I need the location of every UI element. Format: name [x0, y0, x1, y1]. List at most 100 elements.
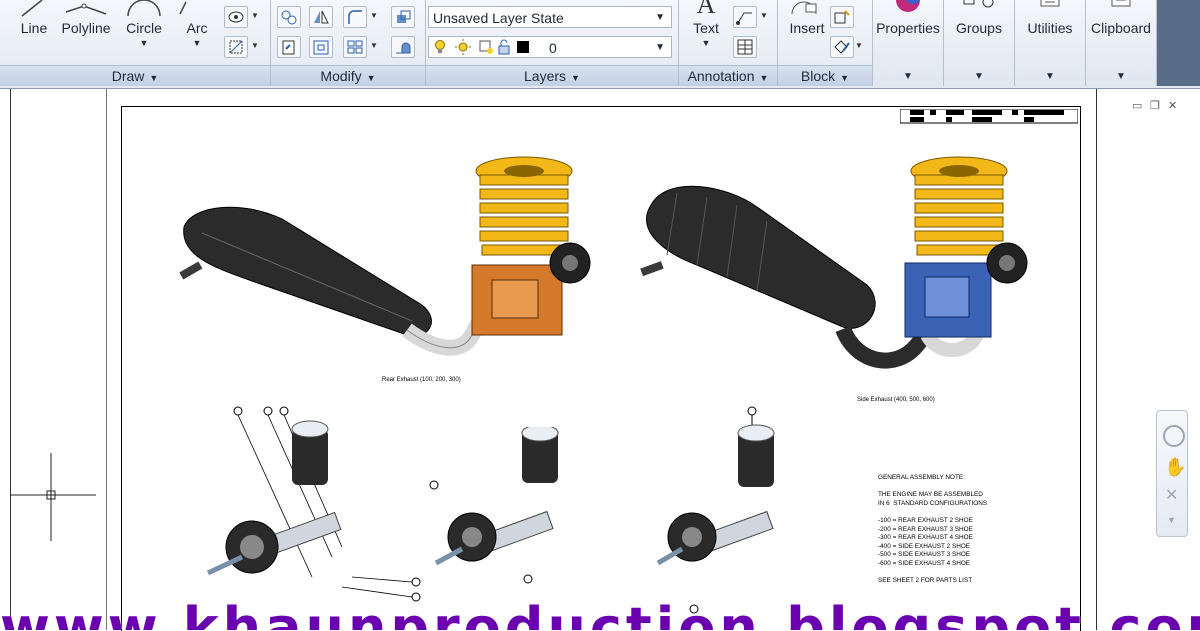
watermark-text: www.khaunproduction.blogspot.com [0, 598, 1200, 630]
exploded-assembly-2 [434, 427, 559, 584]
text-button[interactable]: A Text ▼ [683, 0, 729, 64]
create-block-icon [834, 10, 850, 24]
clipboard-icon [1111, 0, 1131, 7]
minimize-icon[interactable]: ▭ [1132, 99, 1142, 112]
draw-panel-title[interactable]: Draw ▼ [0, 65, 270, 86]
lock-icon [498, 39, 510, 55]
fillet-button[interactable] [343, 6, 367, 28]
line-button[interactable]: Line [8, 0, 60, 64]
lightbulb-icon [435, 40, 445, 53]
utilities-panel-button[interactable]: Utilities ▼ [1015, 0, 1086, 86]
groups-panel-button[interactable]: Groups ▼ [944, 0, 1015, 86]
array-rect-button[interactable] [343, 36, 367, 58]
create-block-button[interactable] [830, 6, 854, 28]
move-button[interactable] [277, 6, 301, 28]
region-dropdown[interactable]: ▼ [250, 6, 260, 26]
leader-button[interactable] [733, 6, 757, 28]
current-layer-dropdown[interactable]: 0 ▼ [428, 36, 672, 58]
text-dropdown-arrow[interactable]: ▼ [683, 38, 729, 48]
utilities-label: Utilities [1027, 20, 1073, 36]
properties-icon [896, 0, 920, 12]
ribbon-scroll-area [1157, 0, 1200, 86]
ellipse-icon [228, 11, 244, 23]
layers-panel-label: Layers [524, 68, 567, 84]
drawing-workspace[interactable]: Rear Exhaust (100, 200, 300) Side Exhaus… [0, 89, 1200, 631]
array-icon [397, 10, 411, 23]
steering-wheel-icon[interactable] [1163, 425, 1185, 447]
fillet-dropdown[interactable]: ▼ [369, 6, 379, 26]
polyline-button[interactable]: Polyline [58, 0, 114, 64]
insert-label: Insert [789, 20, 825, 36]
polyline-label: Polyline [61, 20, 111, 36]
text-icon: A [696, 0, 716, 19]
hatch-icon [229, 40, 243, 54]
clipboard-label: Clipboard [1091, 20, 1151, 36]
polyline-icon [65, 3, 107, 15]
layer-state-dropdown[interactable]: Unsaved Layer State ▼ [428, 6, 672, 28]
rear-exhaust-engine-illustration [179, 156, 591, 356]
ribbon: Line Polyline Circle ▼ Arc ▼ ▼ ▼ Draw▼ [0, 0, 1200, 89]
properties-panel-button[interactable]: Properties ▼ [873, 0, 944, 86]
arc-icon [179, 1, 187, 15]
arc-label: Arc [186, 20, 208, 36]
array-button[interactable] [391, 6, 415, 28]
line-label: Line [20, 20, 48, 36]
groups-label: Groups [956, 20, 1002, 36]
leader-dropdown[interactable]: ▼ [759, 6, 769, 26]
pan-icon[interactable]: ✋ [1164, 457, 1186, 478]
layer-status-icons [435, 39, 529, 55]
block-panel-title[interactable]: Block ▼ [778, 65, 872, 86]
table-icon [737, 39, 753, 55]
block-panel: Insert ▼ Block ▼ [778, 0, 873, 86]
edit-block-dropdown[interactable]: ▼ [854, 36, 864, 56]
annotation-panel-title[interactable]: Annotation ▼ [679, 65, 777, 86]
close-icon[interactable]: ✕ [1168, 99, 1177, 112]
side-exhaust-engine-illustration [640, 156, 1028, 369]
block-panel-label: Block [800, 68, 836, 84]
right-margin [1096, 89, 1200, 630]
arc-button[interactable]: Arc ▼ [174, 0, 220, 64]
scale-button[interactable] [309, 36, 333, 58]
zoom-icon[interactable]: ✕ [1165, 485, 1178, 505]
annotation-panel: A Text ▼ ▼ Annotation ▼ [679, 0, 778, 86]
array-dropdown[interactable]: ▼ [369, 36, 379, 56]
properties-label: Properties [876, 20, 940, 36]
hatch-button[interactable] [224, 36, 248, 58]
crosshair-cursor [10, 453, 96, 541]
copy-button[interactable] [277, 36, 301, 58]
scale-icon [313, 40, 329, 55]
hatch-dropdown[interactable]: ▼ [250, 36, 260, 56]
edit-block-button[interactable] [830, 36, 854, 58]
stretch-button[interactable] [391, 36, 415, 58]
table-button[interactable] [733, 36, 757, 58]
draw-panel: Line Polyline Circle ▼ Arc ▼ ▼ ▼ Draw ▼ [0, 0, 271, 86]
text-label: Text [693, 20, 719, 36]
layers-panel-title[interactable]: Layers ▼ [426, 65, 678, 86]
layers-panel: Unsaved Layer State ▼ 0 ▼ Layers ▼ [426, 0, 679, 86]
side-exhaust-caption: Side Exhaust (400, 500, 600) [857, 397, 935, 403]
viewport-icon [479, 40, 493, 54]
modify-panel-label: Modify [320, 68, 362, 84]
nav-expand-icon[interactable]: ▼ [1167, 515, 1176, 525]
insert-button[interactable]: Insert [782, 0, 832, 64]
circle-dropdown-arrow[interactable]: ▼ [120, 38, 168, 48]
circle-icon [127, 0, 161, 17]
annotation-panel-label: Annotation [687, 68, 755, 84]
arc-dropdown-arrow[interactable]: ▼ [174, 38, 220, 48]
line-icon [21, 0, 43, 17]
fillet-icon [348, 10, 362, 24]
modify-panel-title[interactable]: Modify ▼ [271, 65, 425, 86]
exploded-assembly-3 [656, 406, 775, 614]
grid-icon [347, 40, 363, 54]
circle-label: Circle [126, 20, 162, 36]
mirror-button[interactable] [309, 6, 333, 28]
sun-icon [455, 39, 471, 55]
circle-button[interactable]: Circle ▼ [120, 0, 168, 64]
edit-block-icon [834, 40, 850, 54]
clipboard-panel-button[interactable]: Clipboard ▼ [1086, 0, 1157, 86]
drawing-sheet[interactable]: Rear Exhaust (100, 200, 300) Side Exhaus… [121, 106, 1081, 631]
utilities-icon [1040, 0, 1060, 7]
restore-icon[interactable]: ❐ [1150, 99, 1160, 112]
region-button[interactable] [224, 6, 248, 28]
copy-icon [282, 40, 295, 55]
